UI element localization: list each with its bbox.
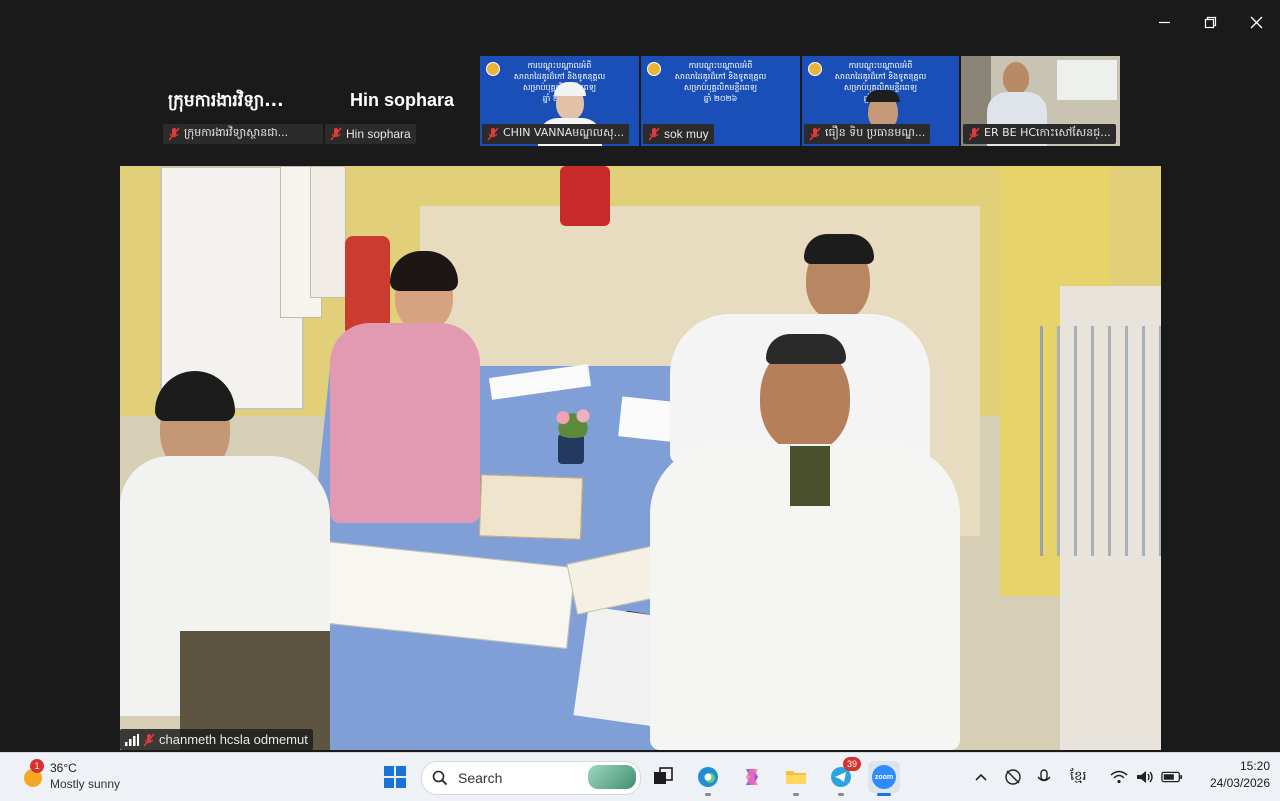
battery-icon [1161,771,1183,783]
participant-hair [866,90,900,102]
mic-muted-icon [168,127,180,141]
participant-name-large: ក្រុមការងារវិទ្យា... [168,91,284,111]
network-button[interactable] [1106,761,1132,793]
minimize-icon [1158,21,1170,23]
weather-widget[interactable]: 1 36°C Mostly sunny [18,759,148,795]
battery-button[interactable] [1158,761,1186,793]
telegram-unread-badge: 39 [843,757,861,771]
edge-icon [698,767,718,787]
restore-button[interactable] [1192,8,1228,36]
training-banner: ការបណ្តុះបណ្តាលអំពី សាលាដៃគូរដ៏កៅ និងទូត… [674,61,767,103]
main-video-name-label: chanmeth hcsla odmemut [120,729,313,750]
wifi-icon [1110,770,1128,784]
windows-logo-icon [384,766,406,788]
mic-muted-icon [968,127,980,141]
close-button[interactable] [1238,8,1274,36]
start-button[interactable] [379,761,411,793]
video-thumbnail-3[interactable]: ការបណ្តុះបណ្តាលអំពី សាលាដៃគូរដ៏កៅ និងទូត… [802,56,959,146]
participant-name-large: Hin sophara [350,90,455,110]
participant-label: CHIN VANNAមណ្ឌលសុ... [482,124,630,144]
speaker-icon [1137,771,1153,783]
restore-icon [1204,16,1216,28]
weather-temp: 36°C [50,761,77,775]
network-off-icon [1005,769,1021,785]
participant-label: ER BE HCកោះសៅសែនជ្... [963,124,1116,144]
mic-muted-icon [330,127,342,141]
copilot-app[interactable] [736,761,768,793]
task-view-button[interactable] [647,761,679,793]
zoom-icon: zoom [872,765,896,789]
clock-date: 24/03/2026 [1209,776,1270,790]
office-window [1057,60,1117,100]
notification-badge: 1 [30,759,44,773]
search-icon [432,770,448,786]
task-view-icon [654,767,673,784]
mic-muted-icon [143,733,155,746]
edge-app[interactable] [692,761,724,796]
clock-time: 15:20 [1239,759,1270,773]
participant-label: ធឿន ទិប ប្រធានមណ្ឌ... [804,124,931,144]
participant-label: Hin sophara [325,124,416,144]
metal-gate [1040,326,1161,556]
file-explorer-app[interactable] [780,761,812,796]
microphone-tray-button[interactable] [1030,761,1060,793]
search-highlight-image [588,765,636,789]
main-video[interactable]: chanmeth hcsla odmemut [120,166,1161,750]
clock[interactable]: 15:20 24/03/2026 [1190,759,1270,790]
video-thumbnail-4[interactable]: ER BE HCកោះសៅសែនជ្... [961,56,1120,146]
person-pink [310,251,530,531]
video-thumbnail-2[interactable]: ការបណ្តុះបណ្តាលអំពី សាលាដៃគូរដ៏កៅ និងទូត… [641,56,800,146]
participant-tile-1[interactable]: ក្រុមការងារវិទ្យា... ក្រុមការងារវិទ្យាស្… [160,56,323,146]
close-icon [1250,16,1262,28]
video-thumbnail-1[interactable]: ការបណ្តុះបណ្តាលអំពី សាលាដៃគូរដ៏កៅ និងទូត… [480,56,639,146]
copilot-icon [746,769,758,785]
participant-face [1003,62,1029,94]
microphone-icon [1037,769,1051,782]
signal-bars-icon [125,733,139,746]
taskbar: 1 36°C Mostly sunny Search 39 zoom ខ្មែរ… [0,752,1280,801]
minimize-button[interactable] [1146,8,1182,36]
folder-icon [786,771,806,784]
participant-label: sok muy [643,124,714,144]
mic-muted-icon [809,127,821,141]
participant-label: ក្រុមការងារវិទ្យាស្ថានជា... [163,124,323,144]
red-chair [560,166,610,226]
telegram-app[interactable]: 39 [825,757,861,796]
weather-description: Mostly sunny [50,777,121,791]
search-box[interactable]: Search [421,761,641,795]
show-hidden-icons-button[interactable] [966,761,996,793]
participant-tile-2[interactable]: Hin sophara Hin sophara [322,56,477,146]
chevron-up-icon [975,773,987,781]
language-indicator[interactable]: ខ្មែរ [1070,768,1087,787]
volume-button[interactable] [1132,761,1158,793]
zoom-app[interactable]: zoom [868,761,900,796]
flower-pot [548,404,598,474]
tray-app-button[interactable] [998,761,1028,793]
person-front-right [640,334,970,750]
mic-muted-icon [648,127,660,141]
mic-muted-icon [487,127,499,141]
search-placeholder: Search [458,770,503,786]
